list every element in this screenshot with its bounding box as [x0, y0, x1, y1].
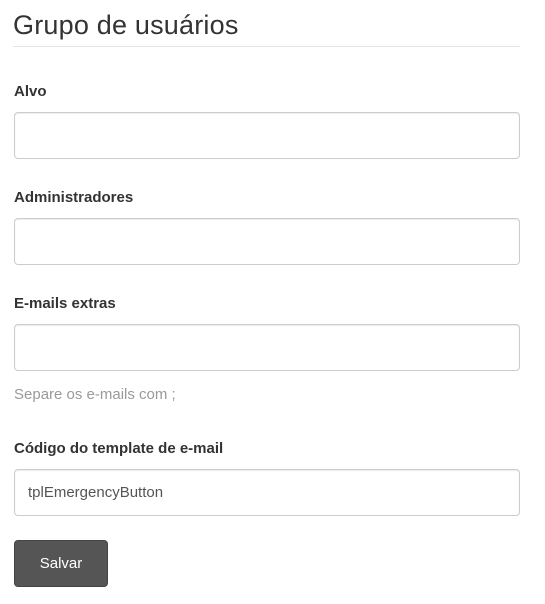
administradores-label: Administradores	[14, 189, 134, 206]
emails-extras-help: Separe os e-mails com ;	[14, 386, 176, 403]
administradores-input[interactable]	[14, 218, 520, 265]
alvo-label: Alvo	[14, 83, 47, 100]
emails-extras-input[interactable]	[14, 324, 520, 371]
page-title: Grupo de usuários	[13, 10, 239, 40]
alvo-input[interactable]	[14, 112, 520, 159]
template-code-label: Código do template de e-mail	[14, 440, 224, 457]
user-group-form: Grupo de usuários Alvo Administradores E…	[0, 0, 545, 604]
save-button[interactable]: Salvar	[14, 540, 108, 587]
template-code-input[interactable]	[14, 469, 520, 516]
emails-extras-label: E-mails extras	[14, 295, 116, 312]
title-divider	[13, 46, 520, 47]
